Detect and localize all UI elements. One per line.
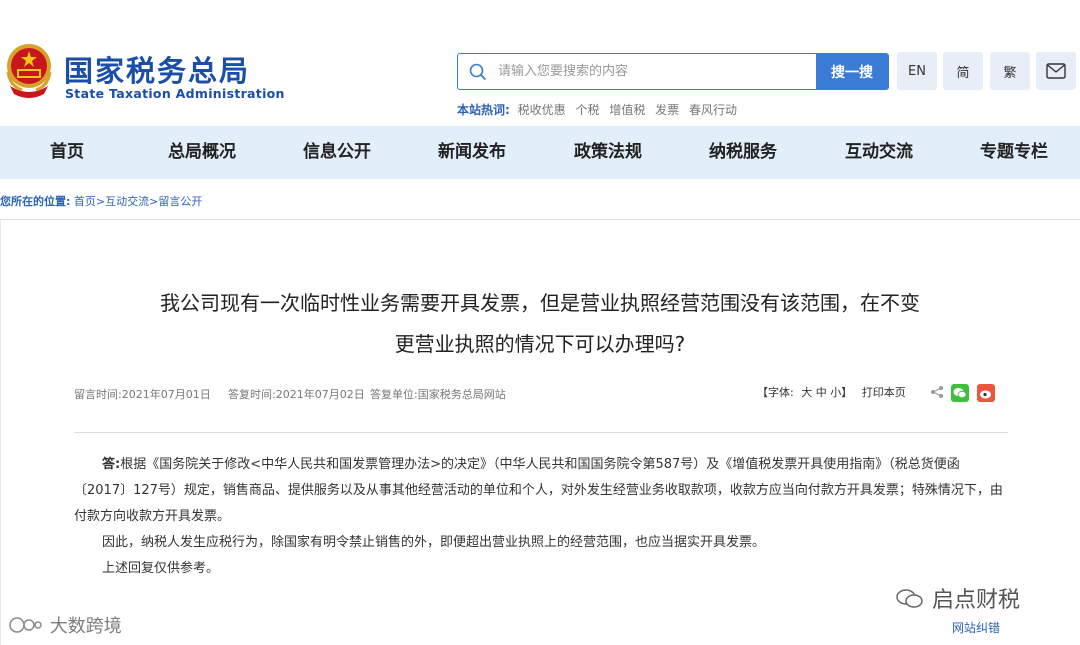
answer-paragraph-3: 上述回复仅供参考。 — [102, 561, 220, 576]
wechat-watermark-icon — [896, 589, 923, 608]
breadcrumb: 您所在的位置: 首页>互动交流>留言公开 — [0, 195, 203, 208]
site-logo-title[interactable]: 国家税务总局 — [64, 48, 250, 90]
message-time: 留言时间:2021年07月01日 — [74, 388, 211, 401]
main-nav: 首页 总局概况 信息公开 新闻发布 政策法规 纳税服务 互动交流 专题专栏 — [0, 126, 1080, 179]
breadcrumb-interaction[interactable]: 互动交流 — [105, 195, 149, 208]
traditional-chinese-button[interactable]: 繁 — [990, 52, 1030, 90]
font-large-button[interactable]: 大 — [801, 386, 812, 399]
search-input[interactable] — [498, 54, 816, 89]
breadcrumb-messages[interactable]: 留言公开 — [158, 195, 202, 208]
font-size-tools: 【字体: 大 中 小】 打印本页 — [757, 384, 906, 400]
hot-word-link[interactable]: 个税 — [575, 103, 599, 117]
nav-item-tax-service[interactable]: 纳税服务 — [709, 126, 777, 179]
simplified-chinese-button[interactable]: 简 — [943, 52, 983, 90]
wechat-icon[interactable] — [951, 384, 969, 402]
search-bar: 搜一搜 — [457, 53, 889, 90]
nav-item-policy[interactable]: 政策法规 — [574, 126, 642, 179]
nav-item-news[interactable]: 新闻发布 — [438, 126, 506, 179]
site-logo-subtitle: State Taxation Administration — [65, 86, 285, 101]
hot-word-link[interactable]: 增值税 — [609, 103, 645, 117]
font-small-button[interactable]: 小】 — [830, 386, 852, 399]
watermark-logo-icon — [9, 617, 42, 633]
answer-paragraph-1: 答:根据《国务院关于修改<中华人民共和国发票管理办法>的决定》（中华人民共和国国… — [74, 452, 1008, 530]
weibo-icon[interactable] — [977, 384, 995, 402]
hot-word-link[interactable]: 春风行动 — [689, 103, 737, 117]
content-divider — [74, 432, 1008, 433]
hot-word-link[interactable]: 税收优惠 — [518, 103, 566, 117]
answer-paragraph-2: 因此，纳税人发生应税行为，除国家有明令禁止销售的外，即便超出营业执照上的经营范围… — [102, 535, 766, 550]
hot-words: 本站热词: 税收优惠 个税 增值税 发票 春风行动 — [457, 101, 743, 118]
breadcrumb-label: 您所在的位置: — [0, 195, 71, 208]
nav-item-topics[interactable]: 专题专栏 — [980, 126, 1048, 179]
mail-icon — [1046, 63, 1066, 79]
watermark-dashu: 大数跨境 — [8, 612, 122, 638]
reply-unit: 答复单位:国家税务总局网站 — [370, 388, 506, 401]
watermark-qidian: 启点财税 — [895, 582, 1020, 614]
font-size-label: 【字体: — [757, 386, 794, 399]
site-header: 国家税务总局 State Taxation Administration 搜一搜… — [0, 0, 1080, 126]
watermark-dashu-text: 大数跨境 — [49, 616, 122, 637]
article-title-line1: 我公司现有一次临时性业务需要开具发票，但是营业执照经营范围没有该范围，在不变 — [160, 291, 920, 315]
hot-words-label: 本站热词: — [457, 103, 510, 117]
english-button[interactable]: EN — [897, 52, 937, 90]
article-title: 我公司现有一次临时性业务需要开具发票，但是营业执照经营范围没有该范围，在不变 更… — [120, 283, 960, 365]
nav-item-info-disclosure[interactable]: 信息公开 — [303, 126, 371, 179]
answer-label: 答: — [102, 457, 121, 472]
nav-item-interaction[interactable]: 互动交流 — [845, 126, 913, 179]
share-icon[interactable] — [929, 384, 945, 400]
search-icon — [469, 63, 487, 81]
article-title-line2: 更营业执照的情况下可以办理吗? — [394, 332, 686, 356]
mail-button[interactable] — [1036, 52, 1076, 90]
print-button[interactable]: 打印本页 — [862, 386, 906, 399]
site-error-report-link[interactable]: 网站纠错 — [952, 619, 1000, 636]
nav-item-home[interactable]: 首页 — [50, 126, 84, 179]
reply-time: 答复时间:2021年07月02日 — [228, 388, 365, 401]
answer-body: 答:根据《国务院关于修改<中华人民共和国发票管理办法>的决定》（中华人民共和国国… — [74, 452, 1008, 582]
nav-item-overview[interactable]: 总局概况 — [168, 126, 236, 179]
answer-text-1: 根据《国务院关于修改<中华人民共和国发票管理办法>的决定》（中华人民共和国国务院… — [74, 457, 1003, 524]
search-button[interactable]: 搜一搜 — [816, 54, 888, 89]
page: 国家税务总局 State Taxation Administration 搜一搜… — [0, 0, 1080, 645]
watermark-qidian-text: 启点财税 — [932, 588, 1021, 613]
national-emblem-icon — [6, 44, 52, 98]
breadcrumb-home[interactable]: 首页 — [74, 195, 96, 208]
hot-word-link[interactable]: 发票 — [655, 103, 679, 117]
font-medium-button[interactable]: 中 — [816, 386, 827, 399]
